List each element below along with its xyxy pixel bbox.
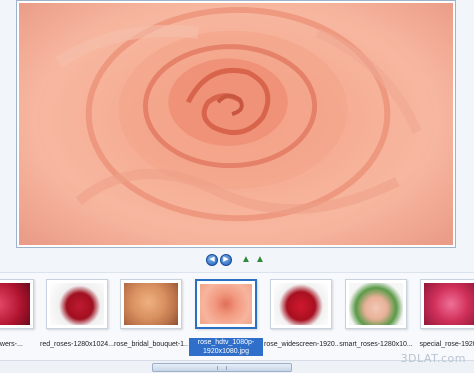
- rose-illustration: [36, 3, 436, 245]
- thumbnail-caption: red_roses-1280x1024...: [40, 341, 114, 348]
- thumbnail-frame: [270, 279, 332, 329]
- thumbnail-item[interactable]: rose_bridal_bouquet-1...: [114, 277, 188, 357]
- watermark: 3DLAT.com: [400, 352, 466, 365]
- thumbnail-image: [0, 283, 30, 325]
- next-arrow-icon: ▶: [223, 256, 229, 263]
- thumbnail-image: [124, 283, 178, 325]
- thumbnail-caption: smart_roses-1280x10...: [339, 341, 413, 348]
- scrollbar-grip-icon: [217, 366, 227, 370]
- thumbnail-image: [349, 283, 403, 325]
- thumbnail-caption: rose_bridal_bouquet-1...: [114, 341, 188, 348]
- thumbnail-item[interactable]: ia_flowers-...: [0, 277, 40, 357]
- thumbnail-frame: [420, 279, 474, 329]
- thumbnail-caption: rose_widescreen-1920...: [264, 341, 338, 348]
- thumbnail-item[interactable]: special_rose-1920...: [414, 277, 474, 357]
- thumbnail-image: [274, 283, 328, 325]
- thumbnail-item[interactable]: rose_widescreen-1920...: [264, 277, 338, 357]
- thumbnail-frame: [46, 279, 108, 329]
- rotate-counterclockwise-button[interactable]: ▲: [240, 255, 252, 266]
- thumbnail-item[interactable]: red_roses-1280x1024...: [40, 277, 114, 357]
- thumbnail-image: [424, 283, 474, 325]
- thumbnail-frame: [345, 279, 407, 329]
- thumbnail-item[interactable]: smart_roses-1280x10...: [339, 277, 413, 357]
- rotate-clockwise-icon: ▲: [255, 254, 265, 265]
- next-button[interactable]: ▶: [220, 254, 232, 266]
- previous-button[interactable]: ◀: [206, 254, 218, 266]
- thumbnail-frame: [195, 279, 257, 329]
- thumbnail-caption: rose_hdtv_1080p-1920x1080.jpg: [189, 338, 263, 356]
- image-preview-frame: [16, 0, 456, 248]
- rotate-counterclockwise-icon: ▲: [241, 254, 251, 265]
- thumbnail-frame: [0, 279, 34, 329]
- thumbnail-image: [200, 284, 252, 324]
- previous-arrow-icon: ◀: [209, 256, 215, 263]
- thumbnail-filmstrip: ia_flowers-... red_roses-1280x1024... ro…: [0, 272, 474, 360]
- scrollbar-thumb[interactable]: [152, 363, 292, 372]
- preview-image: [19, 3, 453, 245]
- rotate-clockwise-button[interactable]: ▲: [254, 255, 266, 266]
- thumbnail-caption: ia_flowers-...: [0, 341, 23, 348]
- thumbnail-frame: [120, 279, 182, 329]
- viewer-controls: ◀ ▶ ▲ ▲: [0, 254, 474, 268]
- thumbnail-item-selected[interactable]: rose_hdtv_1080p-1920x1080.jpg: [189, 277, 263, 357]
- thumbnail-caption: special_rose-1920...: [419, 341, 474, 348]
- thumbnail-image: [50, 283, 104, 325]
